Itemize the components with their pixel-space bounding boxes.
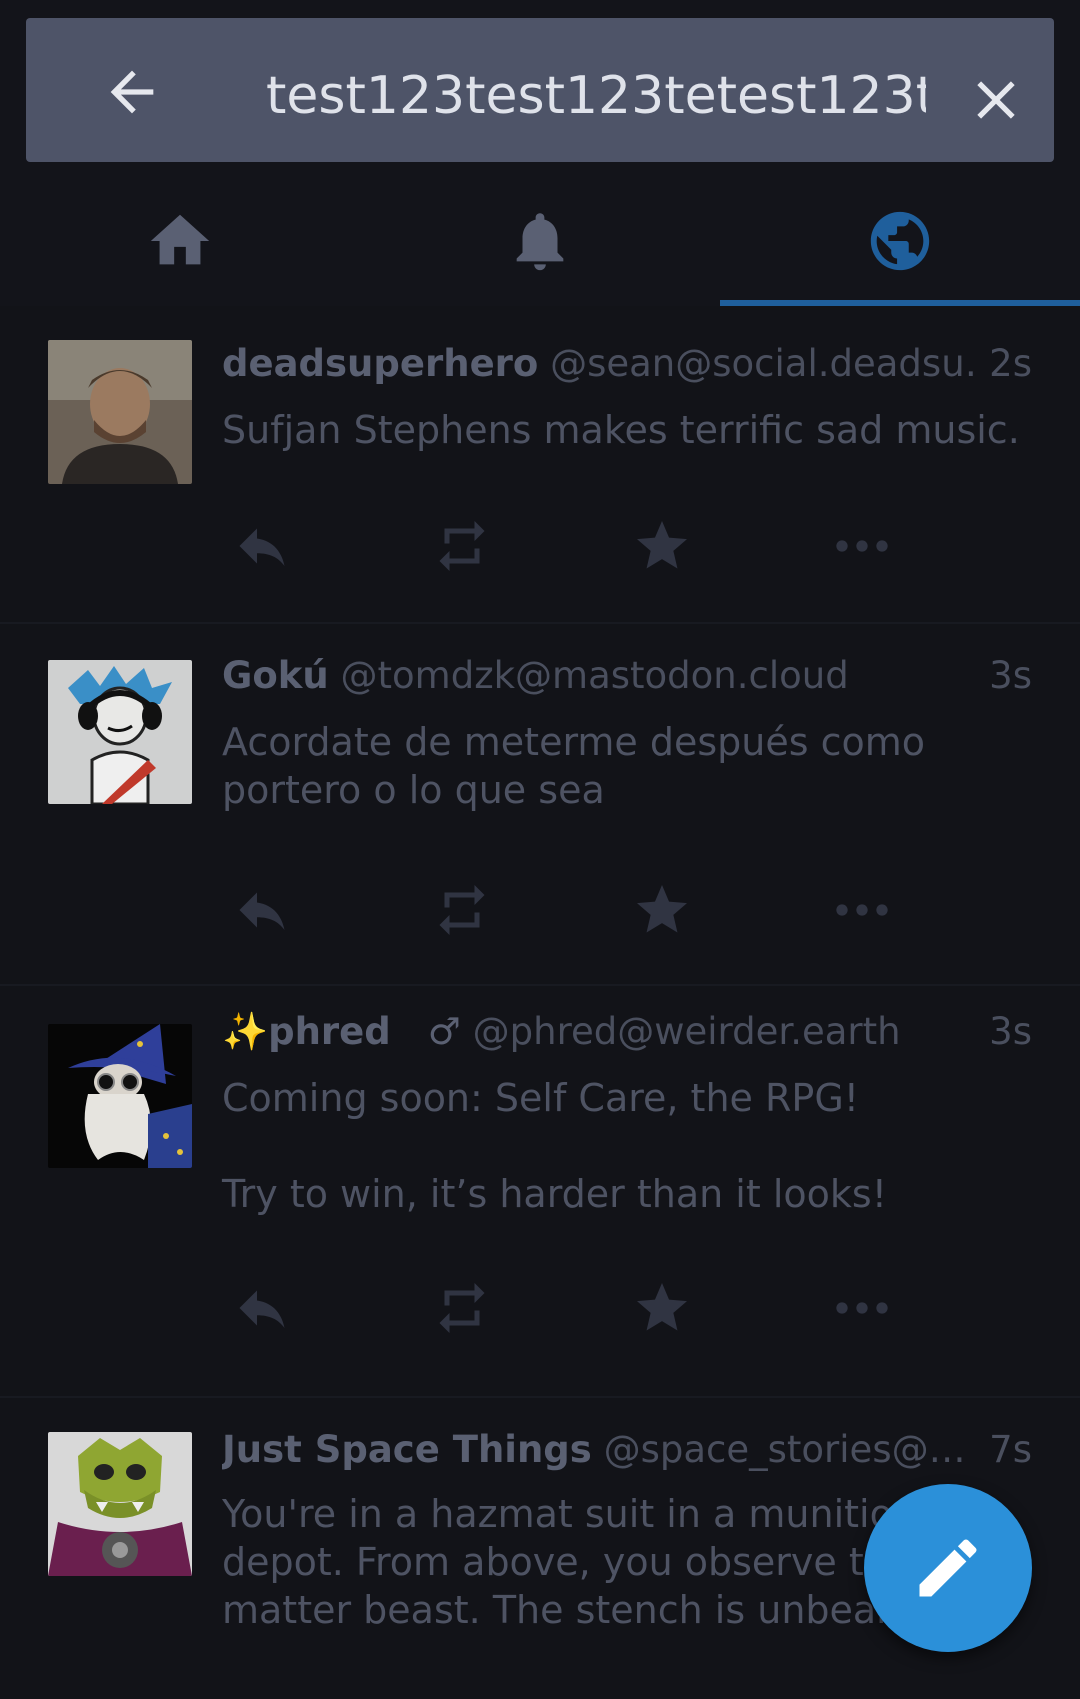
search-input[interactable] bbox=[266, 62, 926, 130]
star-icon bbox=[637, 1283, 687, 1331]
favourite-button[interactable] bbox=[622, 1268, 702, 1348]
display-name[interactable]: phred ♂ bbox=[268, 1010, 461, 1053]
sparkles-emoji: ✨ bbox=[222, 1010, 269, 1053]
status-header: Gokú @tomdzk@mastodon.cloud 3s bbox=[222, 650, 1032, 702]
bell-icon bbox=[516, 213, 564, 271]
favourite-button[interactable] bbox=[622, 870, 702, 950]
more-button[interactable] bbox=[822, 870, 902, 950]
search-bar bbox=[26, 18, 1054, 162]
app-root: deadsuperhero @sean@social.deadsu… 2s Su… bbox=[0, 0, 1080, 1699]
star-icon bbox=[637, 521, 687, 569]
pencil-icon bbox=[919, 1539, 977, 1597]
boost-button[interactable] bbox=[422, 506, 502, 586]
avatar[interactable] bbox=[48, 1024, 192, 1168]
boost-button[interactable] bbox=[422, 870, 502, 950]
status-header: deadsuperhero @sean@social.deadsu… 2s bbox=[222, 338, 1032, 390]
avatar[interactable] bbox=[48, 340, 192, 484]
home-icon bbox=[150, 214, 210, 265]
reply-button[interactable] bbox=[222, 1268, 302, 1348]
star-icon bbox=[637, 885, 687, 933]
search-header bbox=[0, 0, 1080, 180]
tab-federated[interactable] bbox=[720, 180, 1080, 306]
close-icon[interactable] bbox=[964, 68, 1028, 132]
status-time: 3s bbox=[981, 1006, 1032, 1058]
more-button[interactable] bbox=[822, 506, 902, 586]
boost-icon bbox=[439, 885, 485, 935]
globe-icon bbox=[870, 211, 930, 271]
account-handle[interactable]: @phred@weirder.earth bbox=[473, 1010, 901, 1053]
account-handle[interactable]: @sean@social.deadsu… bbox=[550, 338, 1002, 390]
boost-button[interactable] bbox=[422, 1268, 502, 1348]
status-actions bbox=[222, 870, 942, 950]
status-header: ✨phred ♂ @phred@weirder.earth 3s bbox=[222, 1006, 1032, 1058]
reply-button[interactable] bbox=[222, 506, 302, 586]
display-name[interactable]: deadsuperhero bbox=[222, 342, 538, 385]
status-item[interactable]: Gokú @tomdzk@mastodon.cloud 3s Acordate … bbox=[0, 622, 1080, 986]
status-content: Sufjan Stephens makes terrific sad music… bbox=[222, 408, 1020, 452]
reply-icon bbox=[239, 1290, 285, 1328]
status-header: Just Space Things @space_stories@b… 7s bbox=[222, 1424, 1032, 1476]
reply-icon bbox=[239, 892, 285, 930]
status-item[interactable]: ✨phred ♂ @phred@weirder.earth 3s Coming … bbox=[0, 984, 1080, 1398]
status-time: 7s bbox=[981, 1424, 1032, 1476]
status-actions bbox=[222, 1268, 942, 1348]
more-dots-icon bbox=[836, 540, 888, 552]
account-handle[interactable]: @space_stories@b… bbox=[604, 1424, 984, 1476]
back-arrow-icon[interactable] bbox=[100, 60, 164, 124]
timeline-tabs bbox=[0, 180, 1080, 306]
tab-notifications[interactable] bbox=[360, 180, 720, 306]
display-name[interactable]: Gokú bbox=[222, 654, 329, 697]
more-dots-icon bbox=[836, 904, 888, 916]
status-item[interactable]: deadsuperhero @sean@social.deadsu… 2s Su… bbox=[0, 306, 1080, 624]
avatar[interactable] bbox=[48, 660, 192, 804]
compose-button[interactable] bbox=[864, 1484, 1032, 1652]
status-time: 3s bbox=[981, 650, 1032, 702]
boost-icon bbox=[439, 1283, 485, 1333]
favourite-button[interactable] bbox=[622, 506, 702, 586]
more-button[interactable] bbox=[822, 1268, 902, 1348]
tab-home[interactable] bbox=[0, 180, 360, 306]
boost-icon bbox=[439, 521, 485, 571]
status-content: Coming soon: Self Care, the RPG! Try to … bbox=[222, 1076, 887, 1216]
reply-icon bbox=[239, 528, 285, 566]
status-content: Acordate de meterme después como portero… bbox=[222, 720, 938, 812]
account-handle[interactable]: @tomdzk@mastodon.cloud bbox=[341, 654, 849, 697]
display-name[interactable]: Just Space Things bbox=[222, 1428, 592, 1471]
more-dots-icon bbox=[836, 1302, 888, 1314]
reply-button[interactable] bbox=[222, 870, 302, 950]
status-actions bbox=[222, 506, 942, 586]
avatar[interactable] bbox=[48, 1432, 192, 1576]
status-time: 2s bbox=[981, 338, 1032, 390]
